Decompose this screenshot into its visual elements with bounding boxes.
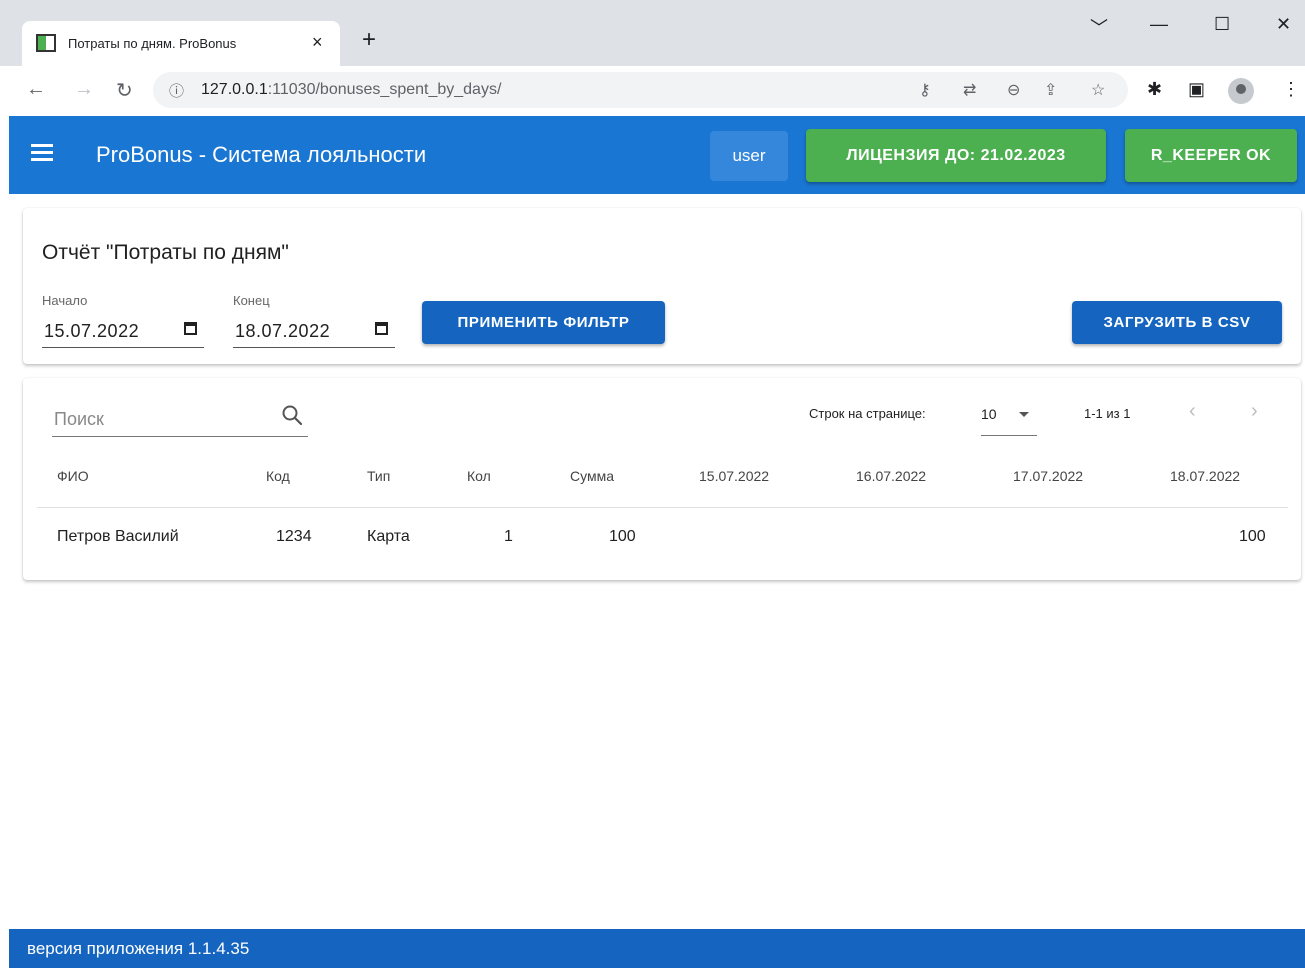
prev-page-icon[interactable]: ‹ — [1189, 400, 1196, 423]
url-path: :11030/bonuses_spent_by_days/ — [267, 81, 502, 98]
hamburger-menu-icon[interactable] — [31, 144, 53, 162]
translate-icon[interactable]: ⇄ — [963, 80, 976, 100]
maximize-icon[interactable]: ☐ — [1214, 14, 1230, 35]
more-menu-icon[interactable]: ⋮ — [1282, 79, 1300, 100]
tab-title: Потраты по дням. ProBonus — [68, 36, 237, 51]
pagination-range: 1-1 из 1 — [1084, 406, 1131, 421]
calendar-icon[interactable] — [184, 322, 197, 335]
column-header-count[interactable]: Кол — [467, 468, 491, 484]
dropdown-caret-icon — [1019, 412, 1029, 417]
key-icon[interactable]: ⚷ — [919, 80, 931, 100]
zoom-icon[interactable]: ⊖ — [1007, 80, 1020, 100]
app-title: ProBonus - Система лояльности — [96, 142, 427, 167]
app-header: ProBonus - Система лояльности user ЛИЦЕН… — [9, 116, 1305, 194]
column-header-date-2[interactable]: 16.07.2022 — [856, 468, 926, 484]
share-icon[interactable]: ⇪ — [1044, 80, 1057, 100]
column-header-date-1[interactable]: 15.07.2022 — [699, 468, 769, 484]
table-card: Поиск Строк на странице: 10 1-1 из 1 ‹ ›… — [23, 378, 1301, 580]
url-host: 127.0.0.1 — [201, 81, 268, 98]
back-icon[interactable]: ← — [26, 78, 46, 101]
app-version: версия приложения 1.1.4.35 — [27, 939, 250, 958]
site-info-icon[interactable]: ⓘ — [169, 80, 184, 101]
bookmark-star-icon[interactable]: ☆ — [1091, 80, 1105, 100]
cell-date-4: 100 — [1239, 528, 1266, 545]
url-text: 127.0.0.1:11030/bonuses_spent_by_days/ — [201, 81, 501, 99]
start-date-label: Начало — [42, 293, 88, 308]
column-header-code[interactable]: Код — [266, 468, 290, 484]
rows-per-page-label: Строк на странице: — [809, 406, 926, 421]
forward-icon[interactable]: → — [74, 78, 94, 101]
cell-type: Карта — [367, 528, 410, 545]
calendar-icon[interactable] — [375, 322, 388, 335]
search-icon[interactable] — [280, 403, 304, 427]
profile-avatar[interactable] — [1228, 78, 1254, 104]
favicon-icon — [36, 34, 56, 52]
rows-per-page-select[interactable]: 10 — [981, 397, 1037, 436]
header-divider — [37, 507, 1288, 508]
cell-sum: 100 — [609, 528, 636, 545]
cell-fio: Петров Василий — [57, 528, 179, 545]
address-bar[interactable]: ⓘ 127.0.0.1:11030/bonuses_spent_by_days/… — [153, 72, 1128, 108]
browser-tab-strip: Потраты по дням. ProBonus × + ﹀ — ☐ ✕ — [0, 0, 1305, 66]
next-page-icon[interactable]: › — [1251, 400, 1258, 423]
tab-close-icon[interactable]: × — [312, 32, 323, 53]
filter-card: Отчёт "Потраты по дням" Начало 15.07.202… — [23, 208, 1301, 364]
browser-toolbar: ← → ↻ ⓘ 127.0.0.1:11030/bonuses_spent_by… — [0, 66, 1305, 116]
browser-tab[interactable]: Потраты по дням. ProBonus × — [22, 21, 340, 66]
rkeeper-status-button[interactable]: R_KEEPER OK — [1125, 129, 1297, 182]
close-window-icon[interactable]: ✕ — [1276, 14, 1291, 35]
end-date-label: Конец — [233, 293, 270, 308]
app-footer: версия приложения 1.1.4.35 — [9, 929, 1305, 968]
search-placeholder: Поиск — [54, 409, 104, 429]
report-title: Отчёт "Потраты по дням" — [42, 241, 289, 264]
end-date-field[interactable]: 18.07.2022 — [233, 310, 395, 348]
side-panel-icon[interactable]: ▣ — [1188, 79, 1205, 100]
cell-count: 1 — [504, 528, 513, 545]
column-header-date-3[interactable]: 17.07.2022 — [1013, 468, 1083, 484]
column-header-date-4[interactable]: 18.07.2022 — [1170, 468, 1240, 484]
tab-search-icon[interactable]: ﹀ — [1090, 14, 1108, 40]
column-header-fio[interactable]: ФИО — [57, 468, 89, 484]
end-date-value: 18.07.2022 — [235, 321, 331, 341]
apply-filter-button[interactable]: ПРИМЕНИТЬ ФИЛЬТР — [422, 301, 665, 344]
export-csv-button[interactable]: ЗАГРУЗИТЬ В CSV — [1072, 301, 1282, 344]
minimize-icon[interactable]: — — [1150, 14, 1168, 35]
rows-per-page-value: 10 — [981, 406, 997, 422]
start-date-field[interactable]: 15.07.2022 — [42, 310, 204, 348]
start-date-value: 15.07.2022 — [44, 321, 140, 341]
user-button[interactable]: user — [710, 131, 788, 181]
license-button[interactable]: ЛИЦЕНЗИЯ ДО: 21.02.2023 — [806, 129, 1106, 182]
column-header-type[interactable]: Тип — [367, 468, 390, 484]
cell-code: 1234 — [276, 528, 312, 545]
reload-icon[interactable]: ↻ — [116, 78, 133, 103]
extensions-icon[interactable]: ✱ — [1147, 79, 1162, 100]
search-input[interactable]: Поиск — [52, 397, 308, 437]
column-header-sum[interactable]: Сумма — [570, 468, 614, 484]
new-tab-icon[interactable]: + — [362, 28, 376, 52]
